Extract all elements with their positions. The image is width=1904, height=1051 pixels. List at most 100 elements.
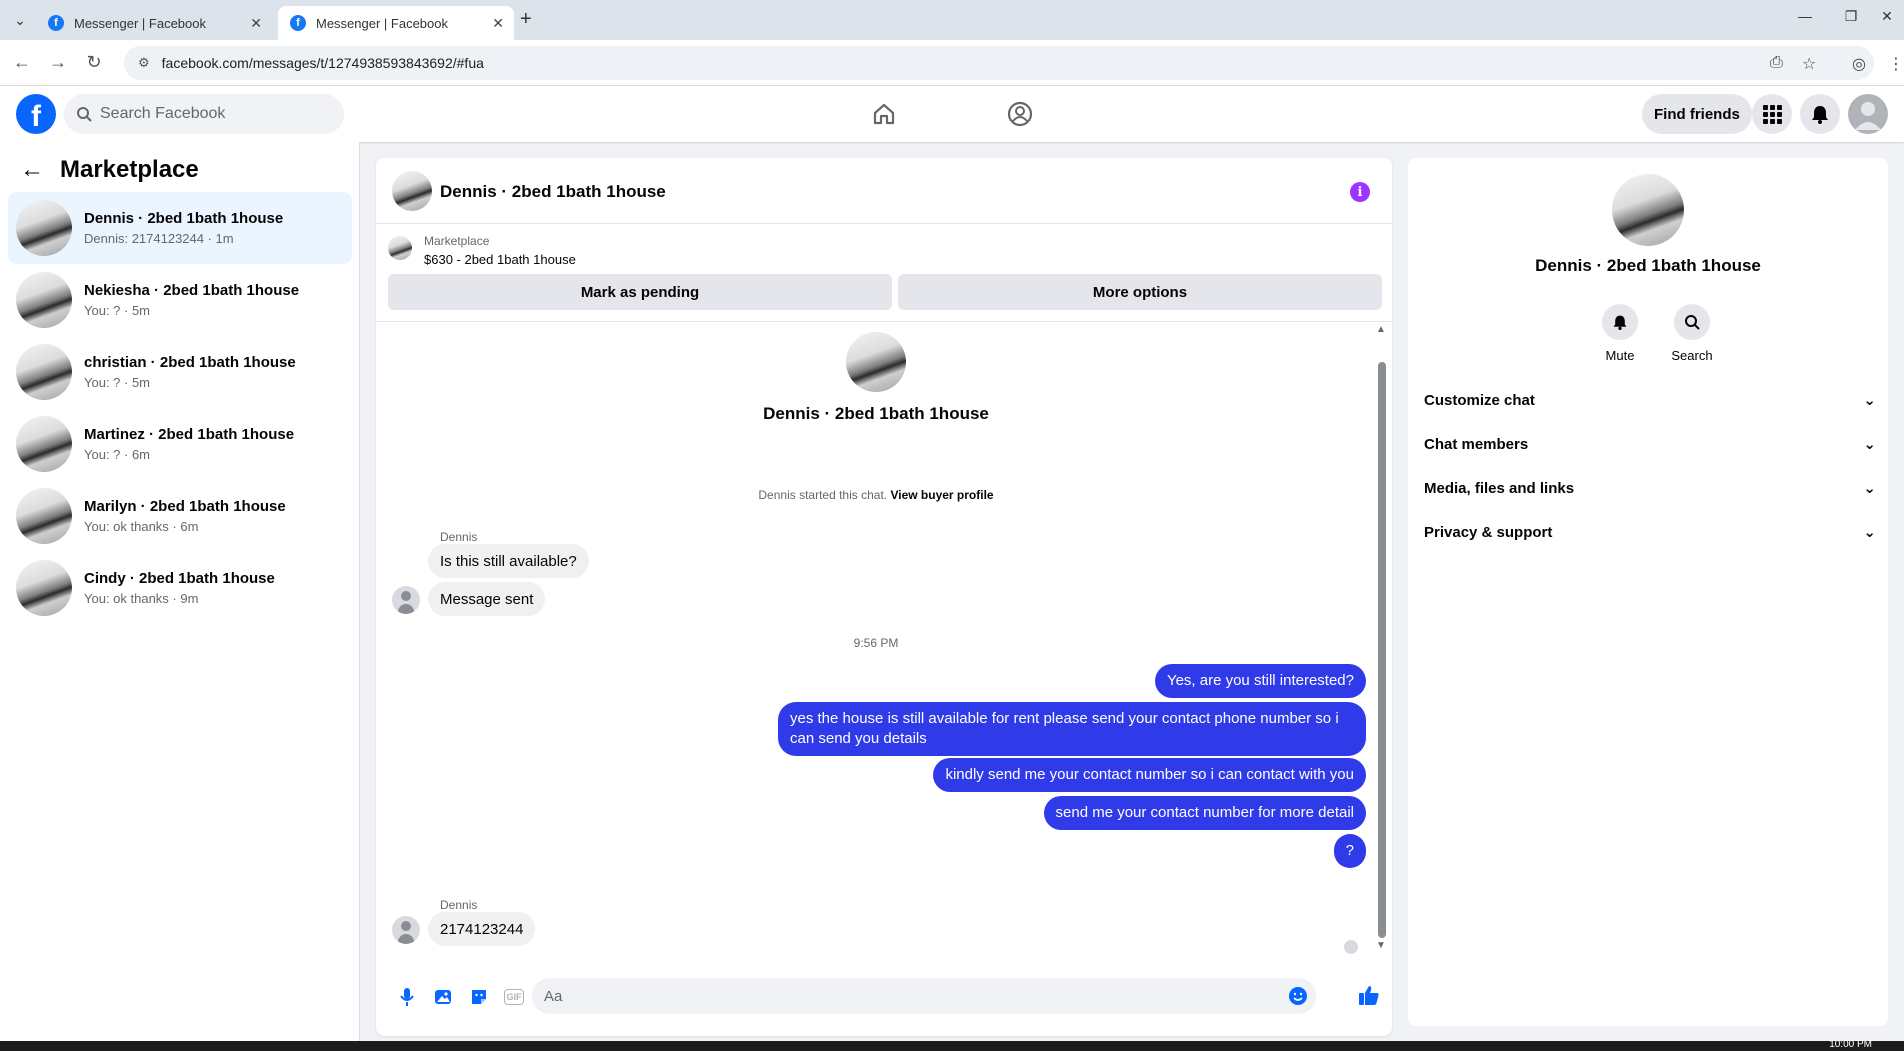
facebook-logo-icon[interactable]: f (16, 94, 56, 134)
customize-chat-section[interactable]: Customize chat ⌄ (1424, 382, 1876, 418)
sender-name: Dennis (440, 530, 478, 544)
listing-thumbnail (16, 416, 72, 472)
minimize-icon[interactable]: — (1790, 8, 1820, 24)
media-files-links-section[interactable]: Media, files and links ⌄ (1424, 470, 1876, 506)
facebook-header: f Find friends (0, 86, 1904, 142)
conversation-info-icon[interactable]: i (1350, 182, 1370, 202)
listing-thumbnail (16, 560, 72, 616)
chevron-down-icon: ⌄ (1863, 392, 1876, 409)
microphone-icon[interactable] (396, 986, 418, 1008)
thumbs-up-icon[interactable] (1358, 984, 1380, 1006)
facebook-favicon-icon: f (290, 15, 306, 31)
outgoing-message[interactable]: ? (1333, 834, 1366, 868)
sidebar-title: Marketplace (60, 156, 199, 183)
mute-button[interactable]: Mute (1590, 304, 1650, 363)
outgoing-message[interactable]: yes the house is still available for ren… (778, 702, 1366, 756)
incoming-message[interactable]: Is this still available? (428, 544, 589, 578)
browser-tab-1[interactable]: f Messenger | Facebook ✕ (36, 6, 272, 40)
account-avatar[interactable] (1848, 94, 1888, 134)
new-tab-icon[interactable]: + (520, 8, 532, 31)
profile-icon[interactable]: ◎ (1852, 54, 1866, 74)
bell-icon (1602, 304, 1638, 340)
restore-icon[interactable]: ❐ (1836, 8, 1866, 25)
scrollbar[interactable] (1378, 362, 1386, 938)
groups-icon[interactable] (1000, 98, 1040, 130)
address-bar: ← → ↻ ⚙ facebook.com/messages/t/12749385… (0, 40, 1904, 86)
facebook-search[interactable] (64, 94, 344, 134)
timestamp-separator: 9:56 PM (853, 636, 899, 650)
site-settings-icon[interactable]: ⚙ (138, 55, 150, 71)
conversation-preview: You: ok thanks · 9m (84, 591, 199, 606)
scroll-down-arrow-icon[interactable]: ▼ (1376, 940, 1386, 951)
listing-title[interactable]: $630 - 2bed 1bath 1house (424, 252, 576, 267)
chat-avatar[interactable] (392, 171, 432, 211)
chevron-down-icon: ⌄ (1863, 436, 1876, 453)
listing-thumbnail (16, 272, 72, 328)
close-tab-icon[interactable]: ✕ (492, 15, 504, 32)
mark-as-pending-button[interactable]: Mark as pending (388, 274, 892, 310)
sidebar-header: ← Marketplace (20, 156, 199, 184)
conversation-preview: You: ? · 6m (84, 447, 151, 462)
tab-search-chevron-icon[interactable]: ⌄ (8, 8, 32, 32)
search-in-conversation-button[interactable]: Search (1662, 304, 1722, 363)
details-name: Dennis · 2bed 1bath 1house (1535, 256, 1761, 275)
gif-icon[interactable]: GIF (504, 989, 524, 1005)
scroll-up-arrow-icon[interactable]: ▲ (1376, 324, 1386, 335)
outgoing-message[interactable]: Yes, are you still interested? (1154, 664, 1366, 698)
details-avatar (1612, 174, 1684, 246)
photo-icon[interactable] (432, 986, 454, 1008)
privacy-support-section[interactable]: Privacy & support ⌄ (1424, 514, 1876, 550)
close-window-icon[interactable]: ✕ (1872, 8, 1902, 25)
mute-label: Mute (1605, 348, 1635, 363)
chat-members-section[interactable]: Chat members ⌄ (1424, 426, 1876, 462)
back-arrow-icon[interactable]: ← (10, 52, 34, 73)
tab-title: Messenger | Facebook (74, 15, 206, 31)
chat-header: Dennis · 2bed 1bath 1house i (376, 158, 1392, 224)
conversation-name: Marilyn · 2bed 1bath 1house (84, 498, 286, 515)
view-buyer-profile-link[interactable]: View buyer profile (890, 488, 993, 502)
search-icon (77, 107, 92, 122)
incoming-message[interactable]: 2174123244 (428, 912, 536, 946)
conversation-name: christian · 2bed 1bath 1house (84, 354, 296, 371)
conversation-item[interactable]: Martinez · 2bed 1bath 1house You: ? · 6m (8, 408, 352, 480)
conversation-preview: You: ? · 5m (84, 375, 151, 390)
find-friends-button[interactable]: Find friends (1642, 94, 1752, 134)
notifications-bell-icon[interactable] (1800, 94, 1840, 134)
browser-tab-bar: ⌄ f Messenger | Facebook ✕ f Messenger |… (0, 0, 1904, 40)
url-text: facebook.com/messages/t/1274938593843692… (161, 55, 484, 71)
bookmark-star-icon[interactable]: ☆ (1802, 54, 1816, 74)
incoming-message[interactable]: Message sent (428, 582, 546, 616)
conversation-item[interactable]: Nekiesha · 2bed 1bath 1house You: ? · 5m (8, 264, 352, 336)
url-field[interactable]: ⚙ facebook.com/messages/t/12749385938436… (124, 46, 1874, 80)
conversation-item[interactable]: christian · 2bed 1bath 1house You: ? · 5m (8, 336, 352, 408)
conversation-name: Dennis · 2bed 1bath 1house (84, 210, 284, 227)
conversation-item[interactable]: Cindy · 2bed 1bath 1house You: ok thanks … (8, 552, 352, 624)
outgoing-message[interactable]: kindly send me your contact number so i … (933, 758, 1366, 792)
more-options-button[interactable]: More options (898, 274, 1382, 310)
outgoing-message[interactable]: send me your contact number for more det… (1043, 796, 1366, 830)
install-app-icon[interactable]: ⎙ (1770, 54, 1783, 72)
close-tab-icon[interactable]: ✕ (250, 15, 262, 32)
message-input-field[interactable] (532, 978, 1316, 1014)
taskbar-clock: 10:00 PM (1829, 1039, 1872, 1050)
message-input[interactable] (544, 987, 1244, 1005)
listing-thumbnail (16, 488, 72, 544)
search-input[interactable] (100, 105, 320, 123)
back-arrow-icon[interactable]: ← (20, 156, 44, 184)
emoji-icon[interactable] (1288, 986, 1308, 1011)
home-icon[interactable] (864, 98, 904, 130)
conversation-name: Cindy · 2bed 1bath 1house (84, 570, 275, 587)
reload-icon[interactable]: ↻ (82, 52, 106, 73)
browser-tab-2[interactable]: f Messenger | Facebook ✕ (278, 6, 514, 40)
chat-title[interactable]: Dennis · 2bed 1bath 1house (440, 182, 666, 202)
search-label: Search (1671, 348, 1713, 363)
menu-grid-icon[interactable] (1752, 94, 1792, 134)
message-composer: GIF (376, 966, 1392, 1028)
sticker-icon[interactable] (468, 986, 490, 1008)
conversation-item[interactable]: Marilyn · 2bed 1bath 1house You: ok thank… (8, 480, 352, 552)
conversation-item[interactable]: Dennis · 2bed 1bath 1house Dennis: 217412… (8, 192, 352, 264)
forward-arrow-icon[interactable]: → (46, 52, 70, 73)
browser-menu-icon[interactable]: ⋮ (1888, 54, 1904, 74)
listing-thumbnail (388, 236, 412, 260)
sender-avatar (392, 916, 420, 944)
